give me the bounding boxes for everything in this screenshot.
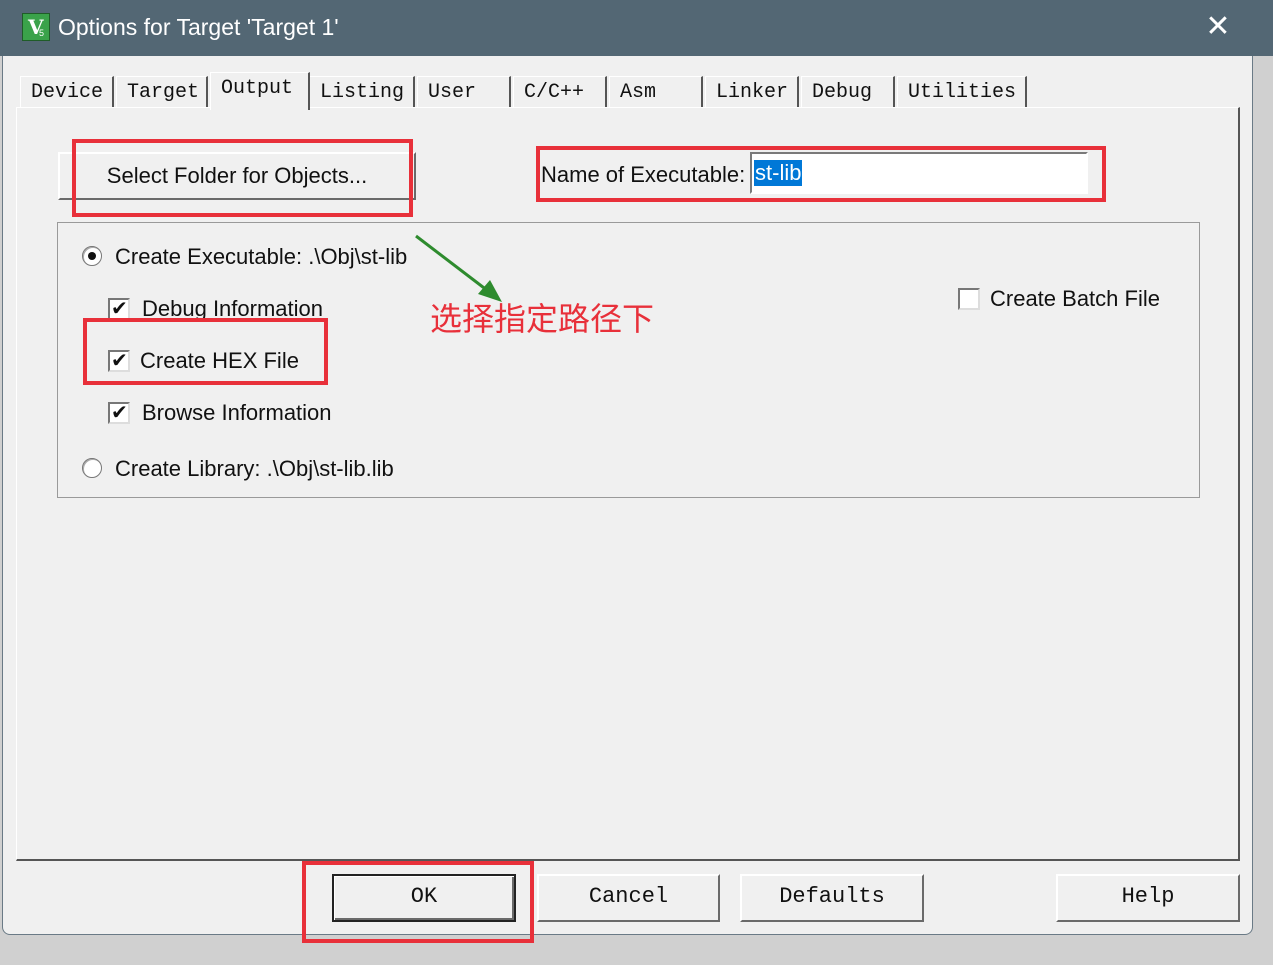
annotation-box-ok (302, 861, 534, 943)
create-batch-checkbox[interactable] (958, 288, 980, 310)
window-title: Options for Target 'Target 1' (58, 14, 339, 40)
tab-cpp[interactable]: C/C++ (513, 76, 607, 108)
create-batch-label[interactable]: Create Batch File (990, 286, 1160, 312)
create-library-radio[interactable] (82, 458, 102, 478)
browse-info-checkbox[interactable] (108, 400, 130, 424)
app-icon: V 5 (22, 13, 50, 41)
defaults-button[interactable]: Defaults (740, 874, 924, 922)
help-button[interactable]: Help (1056, 874, 1240, 922)
tab-debug[interactable]: Debug (801, 76, 895, 108)
annotation-box-create-hex (83, 318, 328, 385)
tab-target[interactable]: Target (116, 76, 208, 108)
tab-output[interactable]: Output (210, 72, 310, 110)
tab-listing[interactable]: Listing (309, 76, 415, 108)
browse-info-label[interactable]: Browse Information (142, 400, 332, 426)
annotation-text: 选择指定路径下 (430, 300, 655, 338)
title-bar[interactable]: V 5 Options for Target 'Target 1' ✕ (0, 0, 1273, 56)
debug-info-checkbox[interactable] (108, 296, 130, 320)
tab-device[interactable]: Device (20, 76, 114, 108)
annotation-box-exe-name (536, 146, 1106, 202)
cancel-button[interactable]: Cancel (537, 874, 720, 922)
create-executable-label[interactable]: Create Executable: .\Obj\st-lib (115, 244, 407, 270)
create-library-label[interactable]: Create Library: .\Obj\st-lib.lib (115, 456, 394, 482)
close-icon[interactable]: ✕ (1196, 6, 1240, 48)
tab-asm[interactable]: Asm (609, 76, 703, 108)
app-icon-sub: 5 (39, 28, 45, 38)
tab-utilities[interactable]: Utilities (897, 76, 1027, 108)
tab-user[interactable]: User (417, 76, 511, 108)
tab-linker[interactable]: Linker (705, 76, 799, 108)
annotation-box-select-folder (72, 139, 413, 217)
create-executable-radio[interactable] (82, 246, 102, 266)
